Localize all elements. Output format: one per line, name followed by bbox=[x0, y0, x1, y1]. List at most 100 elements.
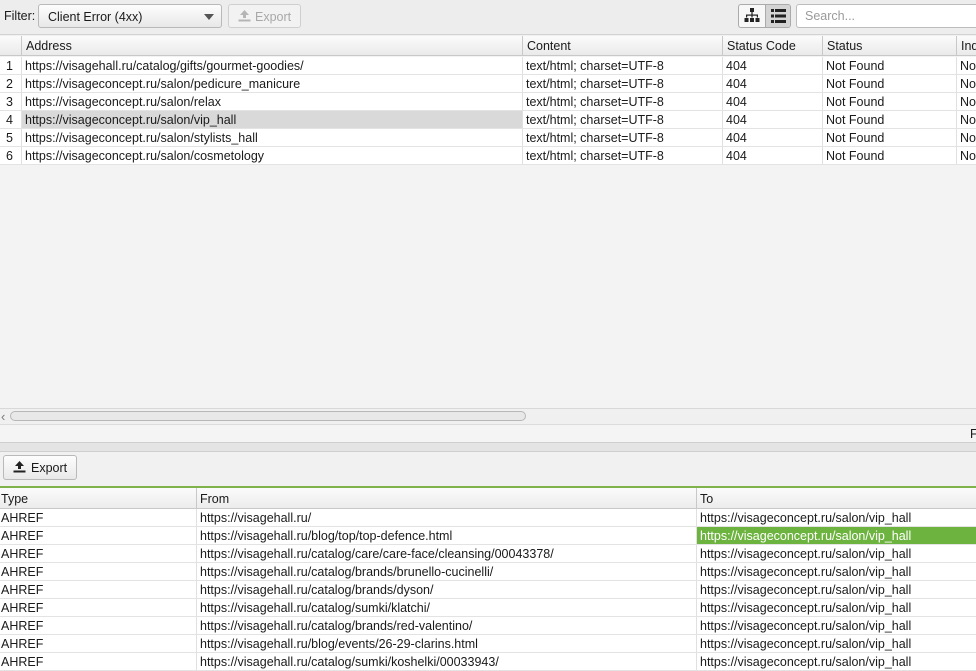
table-row[interactable]: 2 https://visageconcept.ru/salon/pedicur… bbox=[0, 75, 976, 93]
to-cell: https://visageconcept.ru/salon/vip_hall bbox=[697, 545, 976, 562]
to-cell: https://visageconcept.ru/salon/vip_hall bbox=[697, 617, 976, 634]
inlink-row[interactable]: AHREF https://visagehall.ru/catalog/bran… bbox=[0, 563, 976, 581]
row-number: 6 bbox=[0, 147, 22, 164]
status-code-cell: 404 bbox=[723, 57, 823, 74]
row-number: 5 bbox=[0, 129, 22, 146]
type-cell: AHREF bbox=[0, 653, 197, 670]
export-label: Export bbox=[255, 10, 292, 24]
indexability-cell: No bbox=[957, 57, 976, 74]
content-cell: text/html; charset=UTF-8 bbox=[523, 129, 723, 146]
view-mode-toggle bbox=[738, 4, 791, 28]
table-row-selected[interactable]: 4 https://visageconcept.ru/salon/vip_hal… bbox=[0, 111, 976, 129]
inlink-row[interactable]: AHREF https://visagehall.ru/catalog/bran… bbox=[0, 581, 976, 599]
address-cell: https://visageconcept.ru/salon/vip_hall bbox=[22, 111, 523, 128]
table-row[interactable]: 1 https://visagehall.ru/catalog/gifts/go… bbox=[0, 57, 976, 75]
status-code-cell: 404 bbox=[723, 111, 823, 128]
column-header-to[interactable]: To bbox=[697, 488, 976, 509]
from-cell: https://visagehall.ru/catalog/brands/red… bbox=[197, 617, 697, 634]
content-cell: text/html; charset=UTF-8 bbox=[523, 111, 723, 128]
column-header-status[interactable]: Status bbox=[823, 36, 957, 56]
column-header-address[interactable]: Address bbox=[22, 36, 523, 56]
to-cell: https://visageconcept.ru/salon/vip_hall bbox=[697, 635, 976, 652]
toolbar: Filter: Client Error (4xx) Export bbox=[0, 0, 976, 35]
export-label: Export bbox=[31, 461, 68, 475]
address-cell: https://visageconcept.ru/salon/relax bbox=[22, 93, 523, 110]
type-cell: AHREF bbox=[0, 635, 197, 652]
content-cell: text/html; charset=UTF-8 bbox=[523, 57, 723, 74]
indexability-cell: No bbox=[957, 147, 976, 164]
from-cell: https://visagehall.ru/catalog/sumki/kosh… bbox=[197, 653, 697, 670]
address-cell: https://visageconcept.ru/salon/pedicure_… bbox=[22, 75, 523, 92]
table-row[interactable]: 5 https://visageconcept.ru/salon/stylist… bbox=[0, 129, 976, 147]
status-cell: Not Found bbox=[823, 111, 957, 128]
inlinks-table: Type From To AHREF https://visagehall.ru… bbox=[0, 486, 976, 671]
type-cell: AHREF bbox=[0, 527, 197, 544]
filter-dropdown[interactable]: Client Error (4xx) bbox=[38, 4, 222, 28]
list-view-icon bbox=[771, 9, 786, 26]
inlink-row[interactable]: AHREF https://visagehall.ru/catalog/sumk… bbox=[0, 653, 976, 671]
inlink-row-highlighted[interactable]: AHREF https://visagehall.ru/blog/top/top… bbox=[0, 527, 976, 545]
status-bar: F bbox=[0, 424, 976, 443]
indexability-cell: No bbox=[957, 111, 976, 128]
address-cell: https://visageconcept.ru/salon/stylists_… bbox=[22, 129, 523, 146]
search-input[interactable] bbox=[796, 4, 976, 28]
status-cell: Not Found bbox=[823, 93, 957, 110]
inlink-row[interactable]: AHREF https://visagehall.ru/blog/events/… bbox=[0, 635, 976, 653]
to-cell: https://visageconcept.ru/salon/vip_hall bbox=[697, 563, 976, 580]
column-header-indexability[interactable]: Ind bbox=[957, 36, 976, 56]
row-number: 4 bbox=[0, 111, 22, 128]
type-cell: AHREF bbox=[0, 599, 197, 616]
scrollbar-thumb[interactable] bbox=[10, 411, 526, 421]
inlink-row[interactable]: AHREF https://visagehall.ru/ https://vis… bbox=[0, 509, 976, 527]
export-button-disabled[interactable]: Export bbox=[228, 4, 301, 28]
type-cell: AHREF bbox=[0, 617, 197, 634]
from-cell: https://visagehall.ru/ bbox=[197, 509, 697, 526]
inlink-row[interactable]: AHREF https://visagehall.ru/catalog/sumk… bbox=[0, 599, 976, 617]
column-header-status-code[interactable]: Status Code bbox=[723, 36, 823, 56]
indexability-cell: No bbox=[957, 93, 976, 110]
table-row[interactable]: 3 https://visageconcept.ru/salon/relax t… bbox=[0, 93, 976, 111]
inlink-row[interactable]: AHREF https://visagehall.ru/catalog/bran… bbox=[0, 617, 976, 635]
row-number: 3 bbox=[0, 93, 22, 110]
column-header-from[interactable]: From bbox=[197, 488, 697, 509]
horizontal-scrollbar[interactable]: ‹ bbox=[0, 408, 976, 425]
status-cell: Not Found bbox=[823, 57, 957, 74]
column-header-type[interactable]: Type bbox=[0, 488, 197, 509]
pane-splitter[interactable] bbox=[0, 442, 976, 452]
export-button[interactable]: Export bbox=[3, 455, 77, 480]
type-cell: AHREF bbox=[0, 581, 197, 598]
row-number-header[interactable] bbox=[0, 36, 22, 56]
status-cell: Not Found bbox=[823, 147, 957, 164]
address-cell: https://visageconcept.ru/salon/cosmetolo… bbox=[22, 147, 523, 164]
status-code-cell: 404 bbox=[723, 75, 823, 92]
type-cell: AHREF bbox=[0, 563, 197, 580]
filter-label: Filter: bbox=[4, 9, 36, 23]
tree-view-button[interactable] bbox=[739, 5, 765, 27]
from-cell: https://visagehall.ru/catalog/sumki/klat… bbox=[197, 599, 697, 616]
inlink-row[interactable]: AHREF https://visagehall.ru/catalog/care… bbox=[0, 545, 976, 563]
content-cell: text/html; charset=UTF-8 bbox=[523, 75, 723, 92]
column-header-content[interactable]: Content bbox=[523, 36, 723, 56]
indexability-cell: No bbox=[957, 129, 976, 146]
from-cell: https://visagehall.ru/catalog/care/care-… bbox=[197, 545, 697, 562]
row-number: 2 bbox=[0, 75, 22, 92]
upload-icon bbox=[13, 461, 26, 476]
status-cell: Not Found bbox=[823, 129, 957, 146]
list-view-button[interactable] bbox=[765, 5, 790, 27]
table-row[interactable]: 6 https://visageconcept.ru/salon/cosmeto… bbox=[0, 147, 976, 165]
chevron-down-icon bbox=[204, 14, 214, 20]
site-tree-icon bbox=[744, 8, 760, 26]
status-code-cell: 404 bbox=[723, 147, 823, 164]
row-number: 1 bbox=[0, 57, 22, 74]
type-cell: AHREF bbox=[0, 545, 197, 562]
scroll-left-arrow-icon[interactable]: ‹ bbox=[1, 409, 5, 424]
address-cell: https://visagehall.ru/catalog/gifts/gour… bbox=[22, 57, 523, 74]
from-cell: https://visagehall.ru/blog/top/top-defen… bbox=[197, 527, 697, 544]
to-cell: https://visageconcept.ru/salon/vip_hall bbox=[697, 599, 976, 616]
from-cell: https://visagehall.ru/catalog/brands/dys… bbox=[197, 581, 697, 598]
status-code-cell: 404 bbox=[723, 129, 823, 146]
type-cell: AHREF bbox=[0, 509, 197, 526]
upload-icon bbox=[238, 10, 251, 25]
to-cell: https://visageconcept.ru/salon/vip_hall bbox=[697, 509, 976, 526]
from-cell: https://visagehall.ru/blog/events/26-29-… bbox=[197, 635, 697, 652]
